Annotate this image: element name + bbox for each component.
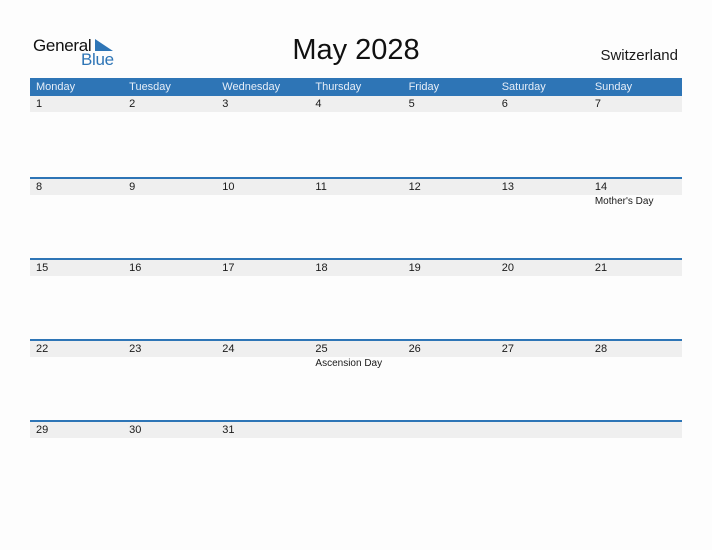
day-number: 23 xyxy=(123,341,217,357)
day-cell: 22 xyxy=(30,341,124,420)
day-number: 29 xyxy=(30,422,124,438)
day-number xyxy=(402,422,496,438)
day-cell: 15 xyxy=(30,260,124,339)
day-number: 7 xyxy=(588,96,682,112)
day-number xyxy=(309,422,403,438)
day-cell: 26 xyxy=(402,341,496,420)
day-number: 15 xyxy=(30,260,124,276)
day-number: 13 xyxy=(495,179,589,195)
day-number: 10 xyxy=(216,179,310,195)
day-number: 4 xyxy=(309,96,403,112)
day-cell: 12 xyxy=(402,179,496,258)
day-number: 26 xyxy=(402,341,496,357)
day-cell: 4 xyxy=(309,96,403,177)
day-number: 2 xyxy=(123,96,217,112)
day-number: 12 xyxy=(402,179,496,195)
holiday-label: Ascension Day xyxy=(315,358,383,369)
week-grid: 15 16 17 18 19 20 21 xyxy=(30,260,682,339)
day-cell: 7 xyxy=(588,96,682,177)
weekday-thursday: Thursday xyxy=(315,81,362,93)
day-cell: 9 xyxy=(123,179,217,258)
day-number xyxy=(588,422,682,438)
day-cell: 2 xyxy=(123,96,217,177)
day-number: 25 xyxy=(309,341,403,357)
week-grid: 8 9 10 11 12 13 14 Mother's Day xyxy=(30,179,682,258)
week-row: 29 30 31 xyxy=(30,420,682,501)
day-number xyxy=(495,422,589,438)
day-number: 5 xyxy=(402,96,496,112)
day-cell: 13 xyxy=(495,179,589,258)
day-number: 6 xyxy=(495,96,589,112)
weekday-friday: Friday xyxy=(408,81,440,93)
day-cell: 20 xyxy=(495,260,589,339)
day-number: 27 xyxy=(495,341,589,357)
day-cell xyxy=(402,422,496,501)
week-grid: 29 30 31 xyxy=(30,422,682,501)
day-number: 21 xyxy=(588,260,682,276)
day-cell xyxy=(495,422,589,501)
day-cell: 8 xyxy=(30,179,124,258)
day-cell: 3 xyxy=(216,96,310,177)
day-number: 9 xyxy=(123,179,217,195)
day-cell: 21 xyxy=(588,260,682,339)
day-number: 28 xyxy=(588,341,682,357)
day-number: 30 xyxy=(123,422,217,438)
weekday-monday: Monday xyxy=(36,81,76,93)
day-number: 31 xyxy=(216,422,310,438)
day-number: 11 xyxy=(309,179,403,195)
day-number: 20 xyxy=(495,260,589,276)
day-cell: 17 xyxy=(216,260,310,339)
weekday-wednesday: Wednesday xyxy=(222,81,281,93)
day-number: 8 xyxy=(30,179,124,195)
weekday-header: Monday Tuesday Wednesday Thursday Friday… xyxy=(30,78,682,96)
week-row: 15 16 17 18 19 20 21 xyxy=(30,258,682,339)
day-number: 19 xyxy=(402,260,496,276)
day-number: 3 xyxy=(216,96,310,112)
day-cell: 30 xyxy=(123,422,217,501)
day-number: 1 xyxy=(30,96,124,112)
day-cell: 11 xyxy=(309,179,403,258)
day-cell: 29 xyxy=(30,422,124,501)
day-cell: 10 xyxy=(216,179,310,258)
day-number: 24 xyxy=(216,341,310,357)
day-cell: 28 xyxy=(588,341,682,420)
week-row: 22 23 24 25 Ascension Day 26 27 28 xyxy=(30,339,682,420)
day-cell: 1 xyxy=(30,96,124,177)
week-grid: 22 23 24 25 Ascension Day 26 27 28 xyxy=(30,341,682,420)
holiday-label: Mother's Day xyxy=(594,196,654,207)
day-number: 17 xyxy=(216,260,310,276)
day-number: 18 xyxy=(309,260,403,276)
day-number: 16 xyxy=(123,260,217,276)
day-cell: 14 Mother's Day xyxy=(588,179,682,258)
country-label: Switzerland xyxy=(600,47,678,64)
week-row: 1234567 xyxy=(30,96,682,177)
day-cell: 19 xyxy=(402,260,496,339)
day-cell: 5 xyxy=(402,96,496,177)
day-cell: 6 xyxy=(495,96,589,177)
weekday-saturday: Saturday xyxy=(501,81,546,93)
day-cell xyxy=(588,422,682,501)
day-cell: 23 xyxy=(123,341,217,420)
weeks-container: 1 2 3 4 5 6 7 8 9 10 11 12 13 14 Mother's Day 15 16 17 18 1… xyxy=(30,96,682,501)
day-cell xyxy=(309,422,403,501)
day-cell: 16 xyxy=(123,260,217,339)
day-cell: 27 xyxy=(495,341,589,420)
week-grid: 1234567 xyxy=(30,96,682,177)
day-cell: 31 xyxy=(216,422,310,501)
day-number: 14 xyxy=(588,179,682,195)
day-number: 22 xyxy=(30,341,124,357)
weekday-sunday: Sunday xyxy=(594,81,633,93)
calendar-grid: Monday Tuesday Wednesday Thursday Friday… xyxy=(30,78,682,501)
day-cell: 18 xyxy=(309,260,403,339)
weekday-tuesday: Tuesday xyxy=(129,81,171,93)
day-cell: 25 Ascension Day xyxy=(309,341,403,420)
day-cell: 24 xyxy=(216,341,310,420)
week-row: 8 9 10 11 12 13 14 Mother's Day xyxy=(30,177,682,258)
